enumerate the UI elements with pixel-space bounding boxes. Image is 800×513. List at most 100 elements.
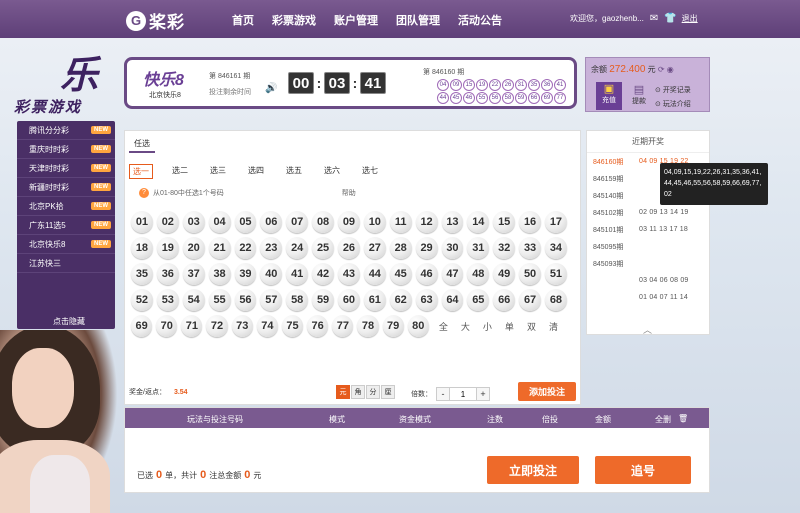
minus-button[interactable]: -: [436, 387, 450, 401]
number-ball[interactable]: 64: [441, 289, 464, 311]
number-ball[interactable]: 01: [131, 211, 153, 233]
subtab-pick-1[interactable]: 选一: [129, 164, 153, 179]
nav-home[interactable]: 首页: [232, 12, 254, 28]
number-ball[interactable]: 49: [493, 263, 516, 285]
number-ball[interactable]: 78: [357, 315, 379, 337]
tab-any-pick[interactable]: 任选: [129, 136, 155, 153]
refresh-icon[interactable]: ⟳: [658, 65, 665, 74]
number-ball[interactable]: 53: [156, 289, 179, 311]
number-ball[interactable]: 43: [338, 263, 360, 285]
number-ball[interactable]: 14: [467, 211, 490, 233]
multiple-input[interactable]: [450, 387, 476, 401]
number-ball[interactable]: 60: [338, 289, 360, 311]
number-ball[interactable]: 69: [131, 315, 153, 337]
number-ball[interactable]: 40: [260, 263, 283, 285]
subtab-pick-6[interactable]: 选六: [321, 164, 343, 179]
number-ball[interactable]: 08: [312, 211, 334, 233]
number-ball[interactable]: 24: [286, 237, 309, 259]
number-ball[interactable]: 22: [234, 237, 257, 259]
number-ball[interactable]: 41: [286, 263, 309, 285]
nav-account[interactable]: 账户管理: [334, 12, 378, 28]
number-ball[interactable]: 33: [519, 237, 541, 259]
number-ball[interactable]: 50: [519, 263, 541, 285]
number-ball[interactable]: 20: [182, 237, 205, 259]
number-ball[interactable]: 52: [131, 289, 153, 311]
number-ball[interactable]: 09: [338, 211, 360, 233]
trash-icon[interactable]: 🗑: [678, 414, 688, 423]
number-ball[interactable]: 77: [332, 315, 354, 337]
submit-bet-button[interactable]: 立即投注: [487, 456, 579, 484]
number-ball[interactable]: 59: [312, 289, 334, 311]
number-ball[interactable]: 21: [208, 237, 231, 259]
quick-select-button[interactable]: 双: [527, 320, 536, 333]
recharge-button[interactable]: ▣ 充值: [596, 82, 622, 110]
number-ball[interactable]: 51: [545, 263, 567, 285]
number-ball[interactable]: 30: [441, 237, 464, 259]
number-ball[interactable]: 48: [467, 263, 490, 285]
number-ball[interactable]: 66: [493, 289, 516, 311]
number-ball[interactable]: 54: [182, 289, 205, 311]
number-ball[interactable]: 62: [389, 289, 412, 311]
number-ball[interactable]: 29: [415, 237, 438, 259]
eye-icon[interactable]: ◉: [667, 65, 674, 74]
nav-announcements[interactable]: 活动公告: [458, 12, 502, 28]
delete-all-button[interactable]: 全删: [655, 414, 671, 425]
sidebar-item[interactable]: 重庆时时彩 NEW: [17, 140, 115, 159]
number-ball[interactable]: 16: [519, 211, 541, 233]
number-ball[interactable]: 63: [415, 289, 438, 311]
number-ball[interactable]: 47: [441, 263, 464, 285]
number-ball[interactable]: 76: [307, 315, 329, 337]
number-ball[interactable]: 73: [231, 315, 253, 337]
quick-select-button[interactable]: 全: [439, 320, 448, 333]
number-ball[interactable]: 07: [286, 211, 309, 233]
draw-record-link[interactable]: ⊙ 开奖记录: [655, 84, 691, 98]
recent-draw-row[interactable]: 845095期: [587, 238, 709, 255]
recent-draw-row[interactable]: 845101期 03 11 13 17 18: [587, 221, 709, 238]
recent-draw-row[interactable]: 845102期 02 09 13 14 19: [587, 204, 709, 221]
number-ball[interactable]: 13: [441, 211, 464, 233]
nav-lottery-games[interactable]: 彩票游戏: [272, 12, 316, 28]
sidebar-item[interactable]: 腾讯分分彩 NEW: [17, 121, 115, 140]
nav-team[interactable]: 团队管理: [396, 12, 440, 28]
number-ball[interactable]: 12: [415, 211, 438, 233]
number-ball[interactable]: 37: [182, 263, 205, 285]
subtab-pick-4[interactable]: 选四: [245, 164, 267, 179]
quick-select-button[interactable]: 小: [483, 320, 492, 333]
help-link[interactable]: 帮助: [342, 188, 356, 198]
number-ball[interactable]: 10: [363, 211, 386, 233]
number-ball[interactable]: 06: [260, 211, 283, 233]
number-ball[interactable]: 55: [208, 289, 231, 311]
unit-li[interactable]: 厘: [381, 385, 395, 399]
number-ball[interactable]: 38: [208, 263, 231, 285]
number-ball[interactable]: 04: [208, 211, 231, 233]
number-ball[interactable]: 23: [260, 237, 283, 259]
sidebar-item[interactable]: 天津时时彩 NEW: [17, 159, 115, 178]
number-ball[interactable]: 79: [382, 315, 404, 337]
number-ball[interactable]: 26: [338, 237, 360, 259]
number-ball[interactable]: 44: [363, 263, 386, 285]
number-ball[interactable]: 15: [493, 211, 516, 233]
number-ball[interactable]: 17: [545, 211, 567, 233]
number-ball[interactable]: 35: [131, 263, 153, 285]
number-ball[interactable]: 75: [281, 315, 304, 337]
recent-draw-row[interactable]: 01 04 07 11 14: [587, 289, 709, 306]
sidebar-item[interactable]: 江苏快三: [17, 254, 115, 273]
quick-select-button[interactable]: 单: [505, 320, 514, 333]
number-ball[interactable]: 25: [312, 237, 334, 259]
number-ball[interactable]: 46: [415, 263, 438, 285]
number-ball[interactable]: 71: [181, 315, 203, 337]
number-ball[interactable]: 03: [182, 211, 205, 233]
unit-yuan[interactable]: 元: [336, 385, 350, 399]
withdraw-button[interactable]: ▤ 提款: [626, 83, 652, 106]
quick-select-button[interactable]: 清: [549, 320, 558, 333]
subtab-pick-5[interactable]: 选五: [283, 164, 305, 179]
number-ball[interactable]: 61: [363, 289, 386, 311]
number-ball[interactable]: 39: [234, 263, 257, 285]
chevron-up-icon[interactable]: ︿: [643, 323, 652, 336]
unit-jiao[interactable]: 角: [351, 385, 365, 399]
number-ball[interactable]: 18: [131, 237, 153, 259]
number-ball[interactable]: 42: [312, 263, 334, 285]
number-ball[interactable]: 70: [156, 315, 178, 337]
speaker-icon[interactable]: 🔊: [265, 83, 277, 94]
add-bet-button[interactable]: 添加投注: [518, 382, 576, 401]
